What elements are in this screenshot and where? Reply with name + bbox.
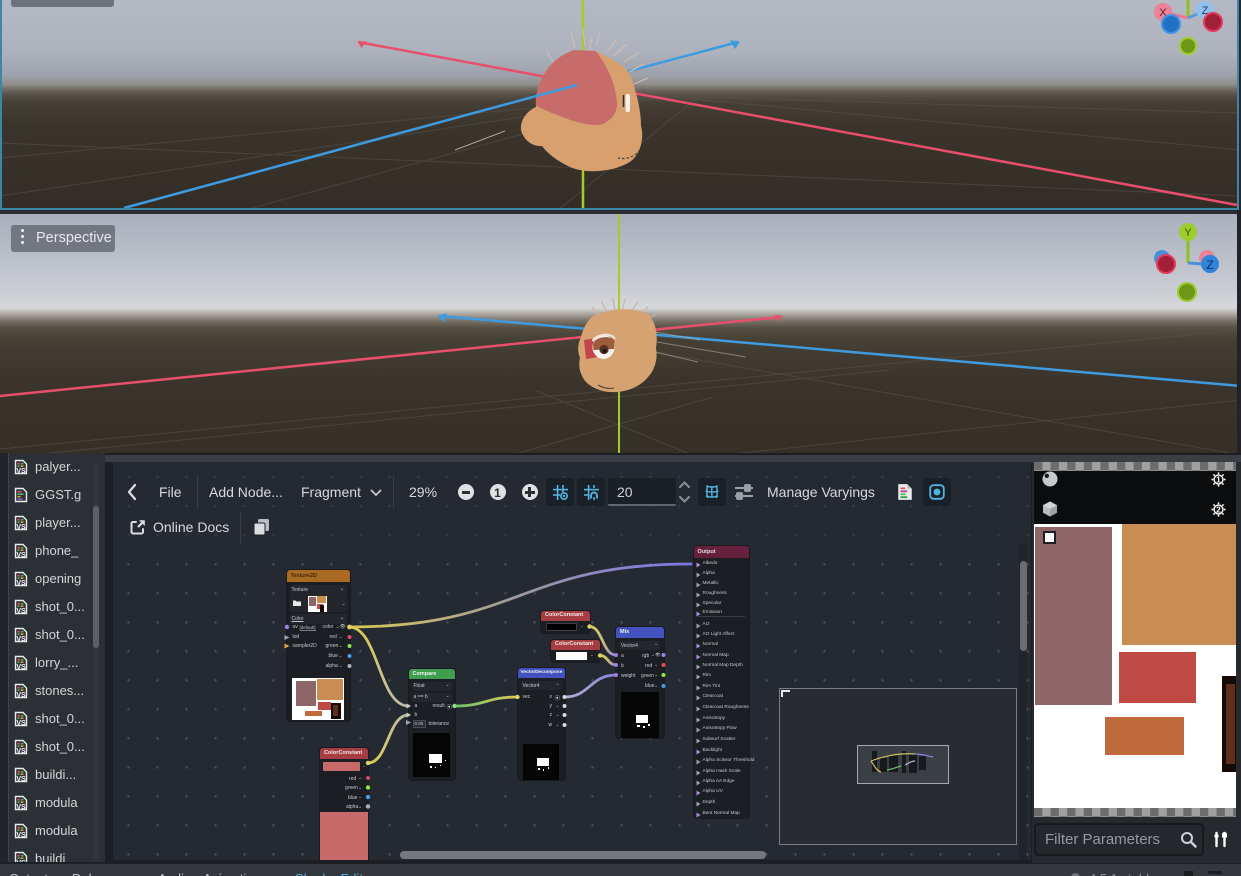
svg-text:VS: VS — [16, 776, 26, 783]
svg-text:Y: Y — [1184, 227, 1192, 239]
svg-text:1: 1 — [1216, 475, 1221, 485]
svg-text:2: 2 — [1216, 505, 1221, 515]
svg-text:VS: VS — [16, 832, 26, 839]
svg-text:VS: VS — [16, 636, 26, 643]
svg-text:VS: VS — [16, 748, 26, 755]
svg-text:VS: VS — [16, 804, 26, 811]
svg-text:VS: VS — [16, 468, 26, 475]
svg-text:VS: VS — [16, 720, 26, 727]
svg-text:Z: Z — [1206, 258, 1213, 272]
svg-text:VS: VS — [16, 860, 26, 862]
svg-text:VS: VS — [16, 664, 26, 671]
svg-text:VS: VS — [16, 608, 26, 615]
svg-text:VS: VS — [16, 524, 26, 531]
svg-text:VS: VS — [16, 552, 26, 559]
svg-text:VS: VS — [16, 580, 26, 587]
svg-text:VS: VS — [16, 692, 26, 699]
